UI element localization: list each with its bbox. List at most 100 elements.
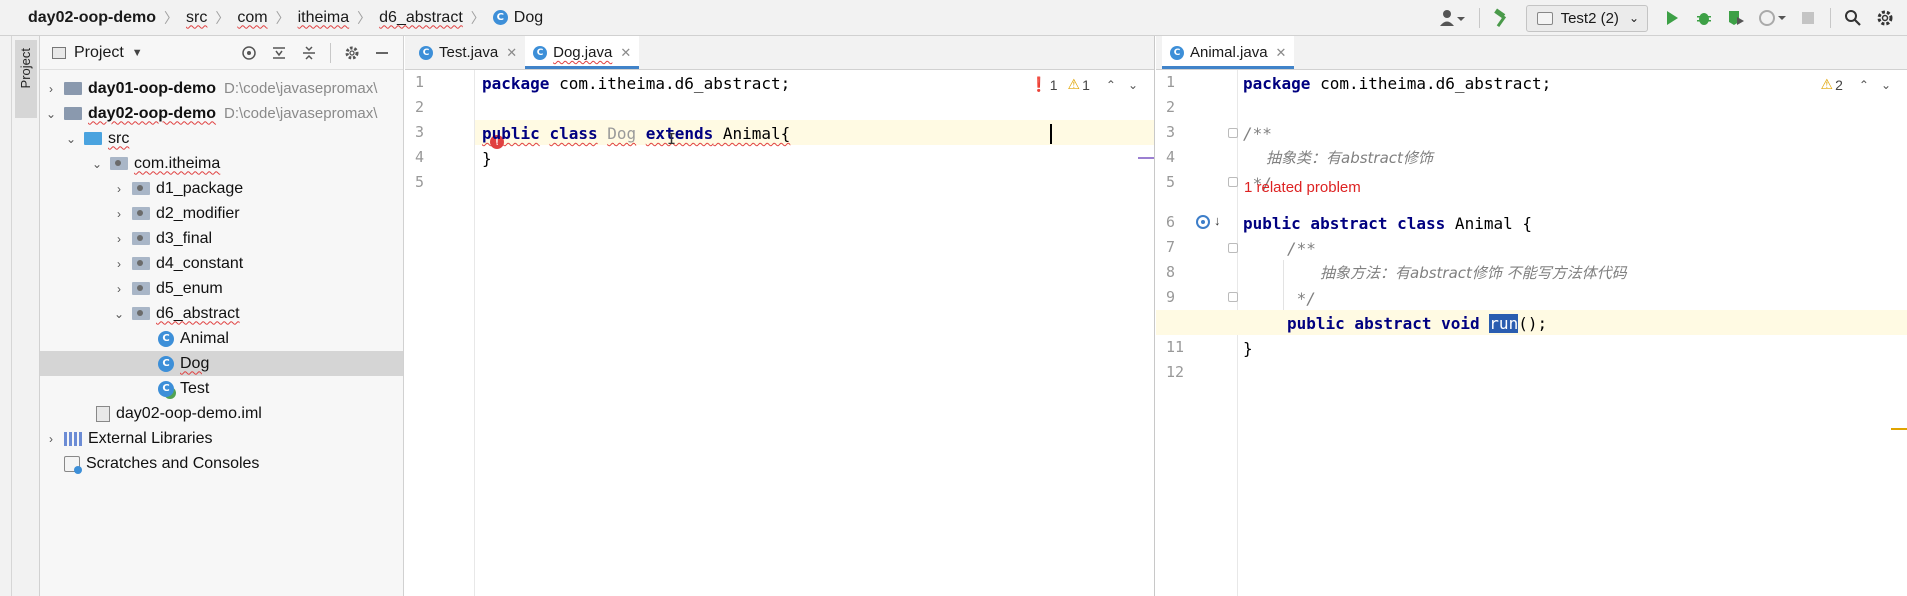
- chevron-right-icon: 〉: [357, 9, 372, 26]
- tree-item-label: d2_modifier: [156, 204, 240, 222]
- navigation-bar: day02-oop-demo 〉 src 〉 com 〉 itheima 〉 d…: [0, 0, 1907, 36]
- breadcrumb-d6-abstract[interactable]: d6_abstract: [379, 9, 463, 27]
- breadcrumb: day02-oop-demo 〉 src 〉 com 〉 itheima 〉 d…: [0, 0, 543, 36]
- tree-item-dog[interactable]: C Dog: [40, 351, 403, 376]
- code-line-4: 抽象类：有abstract修饰: [1266, 149, 1433, 167]
- tree-item-iml-file[interactable]: day02-oop-demo.iml: [40, 401, 403, 426]
- tab-animal-java[interactable]: C Animal.java ✕: [1162, 36, 1295, 69]
- config-icon: [1536, 11, 1553, 25]
- search-icon[interactable]: [1839, 4, 1867, 32]
- hide-icon[interactable]: [369, 39, 395, 67]
- project-panel-tools: [234, 36, 397, 70]
- expand-all-icon[interactable]: [266, 39, 292, 67]
- chevron-right-icon[interactable]: ›: [112, 232, 126, 246]
- tree-item-label: d4_constant: [156, 254, 244, 272]
- tree-item-label: Dog: [180, 354, 210, 372]
- tree-item-label: com.itheima: [134, 154, 221, 172]
- coverage-icon[interactable]: [1722, 4, 1750, 32]
- tree-item-label: day02-oop-demo: [88, 104, 217, 122]
- breadcrumb-project[interactable]: day02-oop-demo: [28, 9, 156, 27]
- chevron-right-icon[interactable]: ›: [112, 282, 126, 296]
- class-icon: C: [419, 45, 433, 60]
- tree-item-label: External Libraries: [88, 429, 213, 447]
- run-config-label: Test2 (2): [1560, 9, 1619, 27]
- code-area[interactable]: package com.itheima.d6_abstract; /** 抽象类…: [1156, 70, 1907, 596]
- project-panel-title[interactable]: Project: [74, 44, 124, 62]
- debug-icon[interactable]: [1690, 4, 1718, 32]
- stop-icon[interactable]: [1794, 4, 1822, 32]
- chevron-right-icon[interactable]: ›: [112, 182, 126, 196]
- toolbar-divider: [1830, 8, 1831, 28]
- close-icon[interactable]: ✕: [506, 45, 517, 61]
- tab-label: Test.java: [439, 44, 499, 61]
- tree-item-path: D:\code\javasepromax\: [224, 105, 378, 122]
- class-icon: C: [492, 10, 508, 25]
- code-line-3: public class Dog extends Animal{: [482, 124, 791, 143]
- code-line-1: package com.itheima.d6_abstract;: [1243, 74, 1552, 93]
- user-icon[interactable]: [1433, 4, 1471, 32]
- tree-item-test[interactable]: C Test: [40, 376, 403, 401]
- tree-item-d6-abstract[interactable]: ⌄ d6_abstract: [40, 301, 403, 326]
- code-line-3: /**: [1243, 124, 1272, 143]
- breadcrumb-src[interactable]: src: [186, 9, 207, 27]
- toolbar-right: Test2 (2) ⌄: [1431, 0, 1907, 36]
- tree-item-d3-final[interactable]: › d3_final: [40, 226, 403, 251]
- breadcrumb-dog[interactable]: Dog: [514, 9, 543, 27]
- run-config-select[interactable]: Test2 (2) ⌄: [1525, 4, 1648, 32]
- chevron-down-icon[interactable]: ⌄: [112, 307, 126, 321]
- close-icon[interactable]: ✕: [1276, 45, 1287, 61]
- package-icon: [132, 182, 150, 195]
- run-icon[interactable]: [1658, 4, 1686, 32]
- tree-item-label: day02-oop-demo.iml: [116, 404, 262, 422]
- editor-tabs: C Animal.java ✕: [1156, 36, 1907, 70]
- scrollbar-marker: [1138, 157, 1154, 159]
- source-folder-icon: [84, 132, 102, 145]
- chevron-right-icon[interactable]: ›: [44, 432, 58, 446]
- class-icon: C: [1170, 45, 1184, 60]
- chevron-down-icon[interactable]: ⌄: [44, 107, 58, 121]
- breadcrumb-com[interactable]: com: [237, 9, 267, 27]
- gear-icon[interactable]: [339, 39, 365, 67]
- tree-item-d4-constant[interactable]: › d4_constant: [40, 251, 403, 276]
- module-folder-icon: [64, 107, 82, 120]
- breadcrumb-itheima[interactable]: itheima: [298, 9, 350, 27]
- tab-label: Animal.java: [1190, 44, 1268, 61]
- tab-test-java[interactable]: C Test.java ✕: [411, 36, 525, 69]
- tree-item-day01-oop-demo[interactable]: › day01-oop-demo D:\code\javasepromax\: [40, 76, 403, 101]
- tab-dog-java[interactable]: C Dog.java ✕: [525, 36, 640, 69]
- left-edge-stripe: [0, 36, 12, 596]
- class-icon: C: [158, 355, 174, 372]
- tree-item-external-libraries[interactable]: › External Libraries: [40, 426, 403, 451]
- tree-item-src[interactable]: ⌄ src: [40, 126, 403, 151]
- chevron-down-icon[interactable]: ▼: [132, 47, 143, 59]
- chevron-right-icon[interactable]: ›: [44, 82, 58, 96]
- project-panel: Project ▼ › day01-oop-demo D:\code\javas…: [40, 36, 404, 596]
- chevron-right-icon[interactable]: ›: [112, 257, 126, 271]
- code-area[interactable]: package com.itheima.d6_abstract; ! publi…: [405, 70, 1154, 596]
- editor-tabs: C Test.java ✕ C Dog.java ✕: [405, 36, 1154, 70]
- tree-item-animal[interactable]: C Animal: [40, 326, 403, 351]
- module-folder-icon: [64, 82, 82, 95]
- tree-item-d5-enum[interactable]: › d5_enum: [40, 276, 403, 301]
- close-icon[interactable]: ✕: [620, 45, 631, 61]
- profile-icon[interactable]: [1754, 4, 1790, 32]
- scratches-icon: [64, 455, 82, 474]
- tree-item-com-itheima[interactable]: ⌄ com.itheima: [40, 151, 403, 176]
- locate-icon[interactable]: [236, 39, 262, 67]
- tree-item-scratches[interactable]: Scratches and Consoles: [40, 451, 403, 476]
- tree-item-d2-modifier[interactable]: › d2_modifier: [40, 201, 403, 226]
- chevron-down-icon[interactable]: ⌄: [90, 157, 104, 171]
- code-line-1: package com.itheima.d6_abstract;: [482, 74, 791, 93]
- tool-window-stripe: Project: [12, 36, 40, 596]
- tree-item-d1-package[interactable]: › d1_package: [40, 176, 403, 201]
- chevron-right-icon: 〉: [470, 9, 485, 26]
- hammer-icon[interactable]: [1488, 4, 1516, 32]
- tree-item-label: Scratches and Consoles: [86, 454, 260, 472]
- chevron-right-icon[interactable]: ›: [112, 207, 126, 221]
- tree-item-day02-oop-demo[interactable]: ⌄ day02-oop-demo D:\code\javasepromax\: [40, 101, 403, 126]
- related-problem-link[interactable]: 1 related problem: [1244, 179, 1361, 196]
- collapse-all-icon[interactable]: [296, 39, 322, 67]
- settings-gear-icon[interactable]: [1871, 4, 1899, 32]
- chevron-down-icon[interactable]: ⌄: [64, 132, 78, 146]
- project-tool-tab[interactable]: Project: [15, 40, 37, 118]
